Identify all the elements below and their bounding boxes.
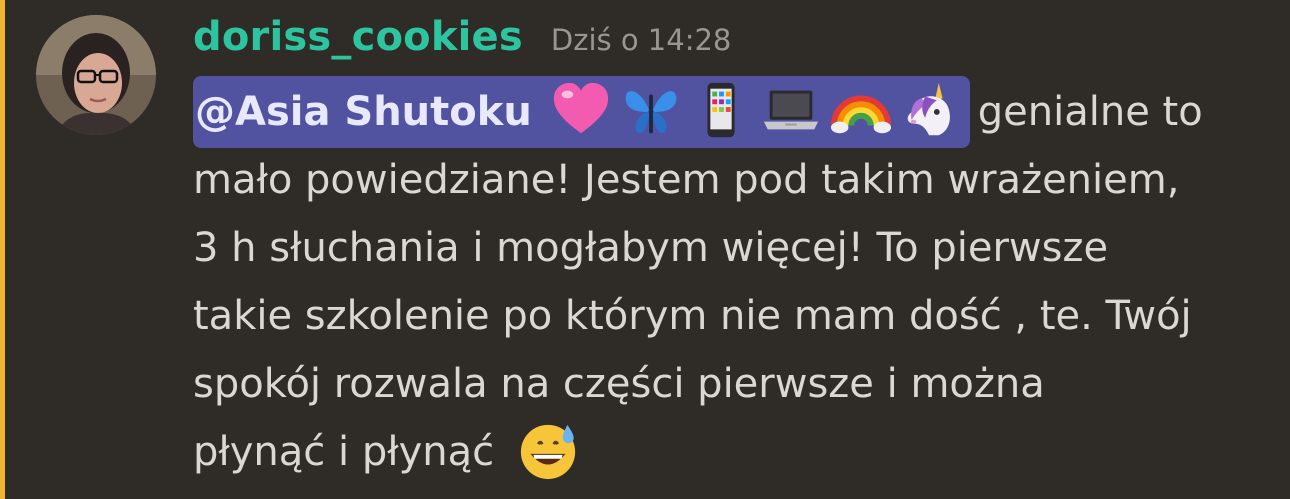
heart-icon <box>553 82 608 134</box>
avatar[interactable] <box>36 15 156 135</box>
message-line: mało powiedziane! Jestem pod takim wraże… <box>193 157 1180 203</box>
message-text: płynąć i płynąć <box>193 429 495 475</box>
unicorn-icon <box>907 82 950 136</box>
message-content: @Asia Shutoku genialne to mało powiedzia… <box>193 76 1268 486</box>
message-timestamp[interactable]: Dziś o 14:28 <box>551 23 731 57</box>
highlight-bar <box>0 0 5 499</box>
message-text: genialne to <box>977 89 1203 135</box>
user-mention[interactable]: @Asia Shutoku <box>193 76 970 148</box>
laptop-icon <box>763 90 818 130</box>
message-line: @Asia Shutoku genialne to <box>193 76 1268 148</box>
message-header: doriss_cookies Dziś o 14:28 <box>193 14 731 70</box>
butterfly-icon <box>625 91 677 134</box>
message-line: 3 h słuchania i mogłabym więcej! To pier… <box>193 225 1109 271</box>
mention-label: @Asia Shutoku <box>195 89 532 135</box>
message-line: spokój rozwala na części pierwsze i możn… <box>193 361 1045 407</box>
message-line: płynąć i płynąć <box>193 418 1268 486</box>
message-line: takie szkolenie po którym nie mam dość ,… <box>193 293 1192 339</box>
chat-message: doriss_cookies Dziś o 14:28 @Asia Shutok… <box>0 0 1290 499</box>
grinning-sweat-icon <box>520 424 575 480</box>
phone-icon <box>707 82 735 138</box>
rainbow-icon <box>830 95 891 134</box>
author-name[interactable]: doriss_cookies <box>193 14 523 60</box>
